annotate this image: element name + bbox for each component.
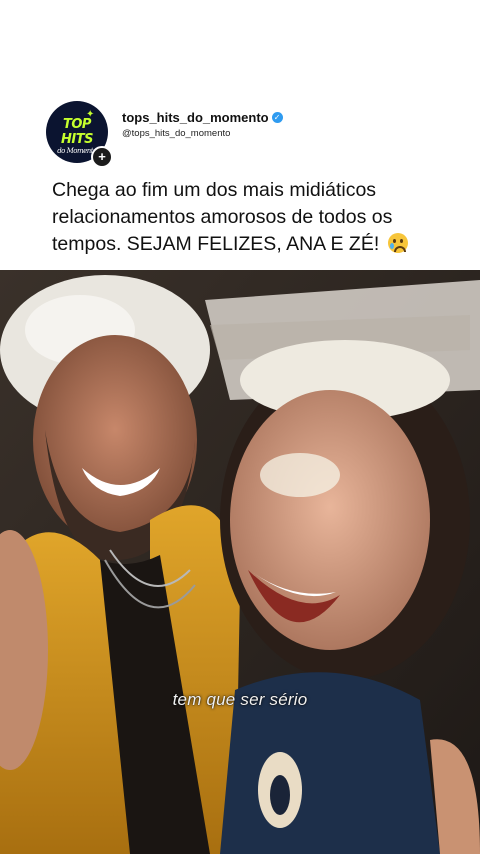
avatar-logo-mid: HITS — [61, 132, 93, 147]
verified-check-icon: ✓ — [271, 111, 283, 123]
post-header: ✦ TOP HITS do Momento + tops_hits_do_mom… — [0, 0, 480, 270]
crying-face-emoji-icon — [387, 233, 408, 253]
photo-illustration — [0, 270, 480, 854]
avatar-logo-top: TOP — [63, 117, 91, 132]
caption-text: Chega ao fim um dos mais midiáticos rela… — [52, 179, 393, 255]
username-row: tops_hits_do_momento ✓ — [122, 108, 283, 126]
post-photo[interactable]: tem que ser sério — [0, 270, 480, 854]
video-subtitle: tem que ser sério — [172, 690, 308, 709]
username-link[interactable]: tops_hits_do_momento — [122, 110, 269, 125]
post-caption: Chega ao fim um dos mais midiáticos rela… — [52, 177, 452, 258]
follow-plus-button[interactable]: + — [91, 146, 113, 168]
user-handle: @tops_hits_do_momento — [122, 128, 231, 139]
